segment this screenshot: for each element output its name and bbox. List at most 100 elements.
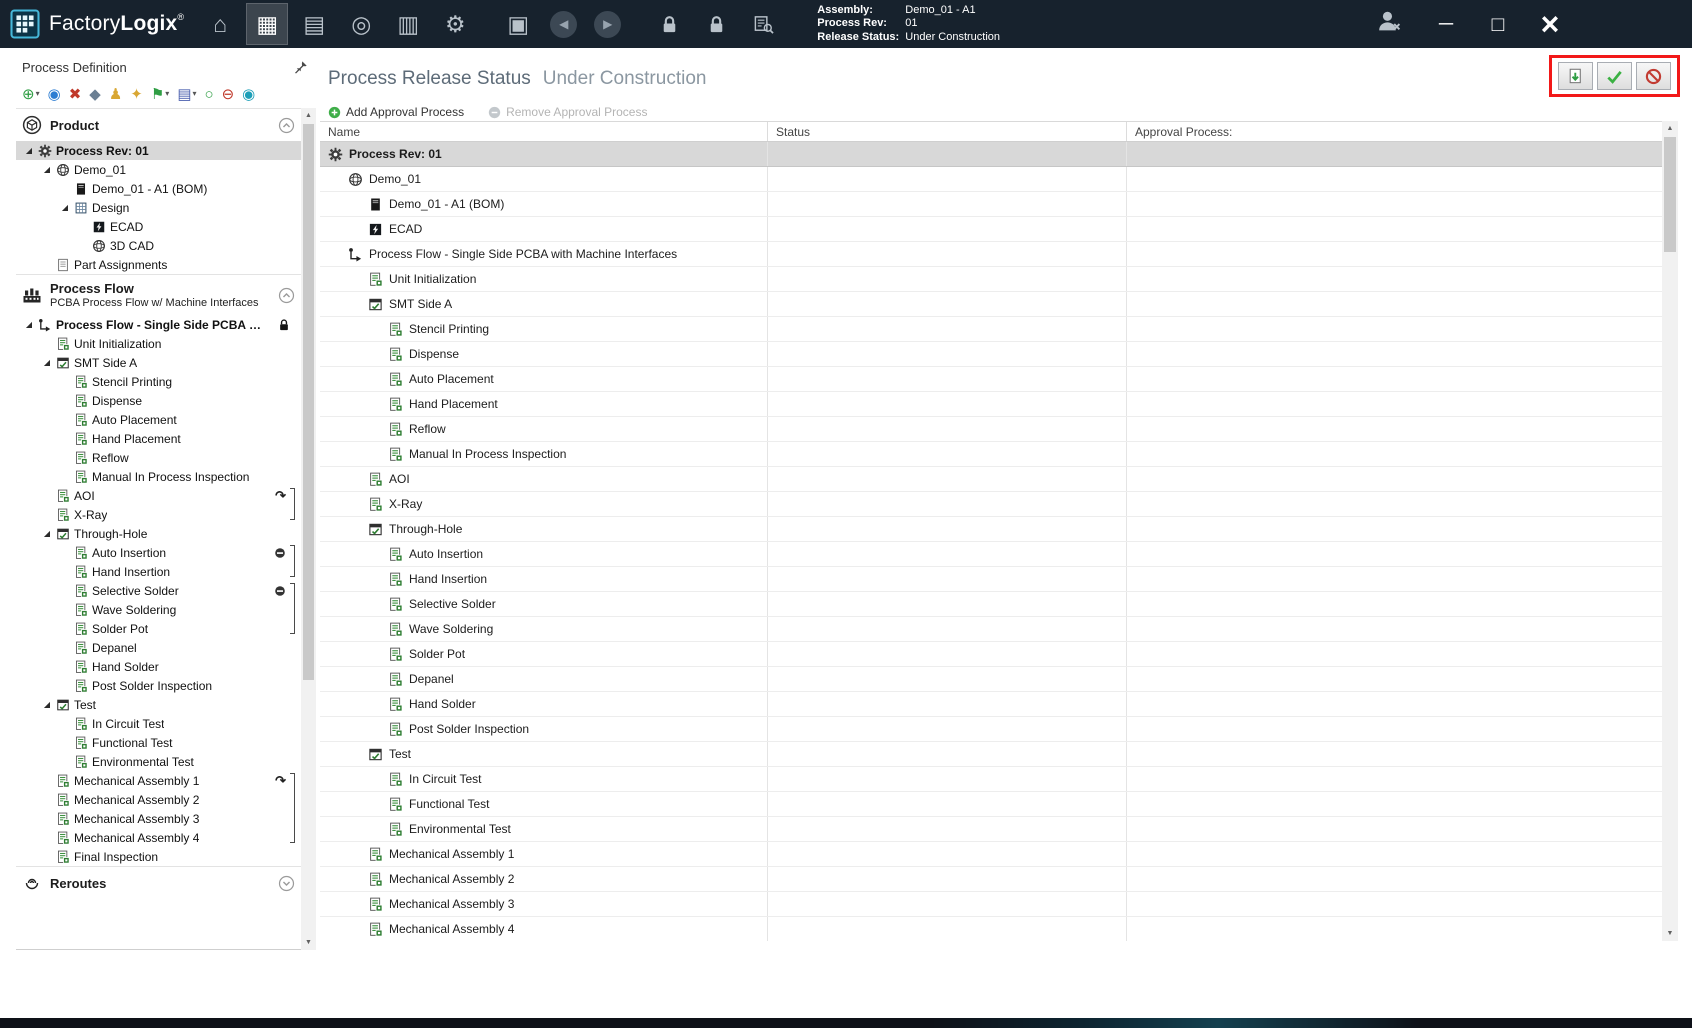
tree-item-hand-placement[interactable]: Hand Placement	[16, 429, 301, 448]
table-row-manual-in-process-inspection[interactable]: Manual In Process Inspection	[320, 442, 1662, 467]
table-row-reflow[interactable]: Reflow	[320, 417, 1662, 442]
disable-icon[interactable]: ⊖	[222, 87, 235, 102]
tree-item-auto-placement[interactable]: Auto Placement	[16, 410, 301, 429]
table-row-hand-insertion[interactable]: Hand Insertion	[320, 567, 1662, 592]
table-row-hand-placement[interactable]: Hand Placement	[320, 392, 1662, 417]
tree-item-selective-solder[interactable]: Selective Solder	[16, 581, 301, 600]
reroutes-section-header[interactable]: Reroutes	[16, 866, 301, 899]
tree-item-mechanical-assembly-3[interactable]: Mechanical Assembly 3	[16, 809, 301, 828]
minimize-button[interactable]: ─	[1432, 14, 1460, 34]
table-row-functional-test[interactable]: Functional Test	[320, 792, 1662, 817]
table-row-wave-soldering[interactable]: Wave Soldering	[320, 617, 1662, 642]
production-icon[interactable]: ▤	[294, 4, 334, 44]
pin-icon[interactable]	[294, 60, 308, 74]
approve-button[interactable]	[1597, 62, 1632, 90]
tree-item-final-inspection[interactable]: Final Inspection	[16, 847, 301, 866]
column-header-name[interactable]: Name	[320, 122, 768, 141]
tree-item-aoi[interactable]: AOI↷	[16, 486, 301, 505]
table-row-hand-solder[interactable]: Hand Solder	[320, 692, 1662, 717]
info-icon[interactable]: ◉	[242, 87, 255, 102]
key-icon[interactable]: ✦	[130, 87, 143, 102]
column-header-status[interactable]: Status	[768, 122, 1127, 141]
table-row-x-ray[interactable]: X-Ray	[320, 492, 1662, 517]
reject-button[interactable]	[1636, 62, 1671, 90]
tree-item-unit-initialization[interactable]: Unit Initialization	[16, 334, 301, 353]
tree-item-mechanical-assembly-1[interactable]: Mechanical Assembly 1↷	[16, 771, 301, 790]
column-header-approval-process[interactable]: Approval Process:	[1127, 122, 1662, 141]
tree-item-dispense[interactable]: Dispense	[16, 391, 301, 410]
tree-item-3d-cad[interactable]: 3D CAD	[16, 236, 301, 255]
expander-icon[interactable]: ◢	[42, 529, 52, 538]
table-row-demo-01[interactable]: Demo_01	[320, 167, 1662, 192]
expander-icon[interactable]: ◢	[42, 165, 52, 174]
table-row-in-circuit-test[interactable]: In Circuit Test	[320, 767, 1662, 792]
unlock-icon[interactable]	[649, 4, 689, 44]
collapse-up-icon[interactable]	[278, 117, 295, 134]
add-icon[interactable]: ⊕▾	[22, 87, 40, 102]
expander-icon[interactable]: ◢	[24, 320, 34, 329]
table-row-mechanical-assembly-2[interactable]: Mechanical Assembly 2	[320, 867, 1662, 892]
product-section-header[interactable]: Product	[16, 109, 301, 141]
table-row-mechanical-assembly-3[interactable]: Mechanical Assembly 3	[320, 892, 1662, 917]
tree-item-process-flow-single-side-pcba-with[interactable]: ◢Process Flow - Single Side PCBA with...	[16, 315, 301, 334]
maximize-button[interactable]: □	[1484, 14, 1512, 35]
enable-icon[interactable]: ○	[205, 87, 214, 102]
tree-item-hand-insertion[interactable]: Hand Insertion	[16, 562, 301, 581]
tree-item-reflow[interactable]: Reflow	[16, 448, 301, 467]
tree-item-environmental-test[interactable]: Environmental Test	[16, 752, 301, 771]
table-row-through-hole[interactable]: Through-Hole	[320, 517, 1662, 542]
close-button[interactable]: ×	[1536, 8, 1564, 40]
table-row-mechanical-assembly-1[interactable]: Mechanical Assembly 1	[320, 842, 1662, 867]
table-row-process-flow-single-side-pcba-with-machine-interfaces[interactable]: Process Flow - Single Side PCBA with Mac…	[320, 242, 1662, 267]
tree-item-in-circuit-test[interactable]: In Circuit Test	[16, 714, 301, 733]
scroll-up-arrow[interactable]: ▲	[1662, 121, 1678, 136]
tree-item-part-assignments[interactable]: Part Assignments	[16, 255, 301, 274]
lock-icon[interactable]	[696, 4, 736, 44]
expand-down-icon[interactable]	[278, 875, 295, 892]
table-row-depanel[interactable]: Depanel	[320, 667, 1662, 692]
tree-item-x-ray[interactable]: X-Ray	[16, 505, 301, 524]
add-approval-process-button[interactable]: Add Approval Process	[328, 105, 464, 119]
table-row-auto-insertion[interactable]: Auto Insertion	[320, 542, 1662, 567]
table-row-demo-01-a1-bom[interactable]: Demo_01 - A1 (BOM)	[320, 192, 1662, 217]
table-row-mechanical-assembly-4[interactable]: Mechanical Assembly 4	[320, 917, 1662, 941]
left-panel-scrollbar[interactable]: ▲ ▼	[301, 108, 316, 950]
tree-item-ecad[interactable]: ECAD	[16, 217, 301, 236]
table-row-process-rev-01[interactable]: Process Rev: 01	[320, 142, 1662, 167]
table-scrollbar[interactable]: ▲ ▼	[1662, 121, 1678, 941]
tree-item-test[interactable]: ◢Test	[16, 695, 301, 714]
layers-icon[interactable]: ▤▾	[177, 87, 196, 102]
table-row-aoi[interactable]: AOI	[320, 467, 1662, 492]
tree-item-wave-soldering[interactable]: Wave Soldering	[16, 600, 301, 619]
scroll-up-arrow[interactable]: ▲	[301, 108, 316, 123]
tree-item-mechanical-assembly-4[interactable]: Mechanical Assembly 4	[16, 828, 301, 847]
remove-approval-process-button[interactable]: Remove Approval Process	[488, 105, 647, 119]
scroll-down-arrow[interactable]: ▼	[1662, 926, 1678, 941]
release-document-button[interactable]	[1558, 62, 1593, 90]
tree-item-functional-test[interactable]: Functional Test	[16, 733, 301, 752]
table-row-dispense[interactable]: Dispense	[320, 342, 1662, 367]
save-icon[interactable]: ▣	[498, 4, 538, 44]
tree-item-post-solder-inspection[interactable]: Post Solder Inspection	[16, 676, 301, 695]
dispatch-icon[interactable]: ◎	[341, 4, 381, 44]
table-row-auto-placement[interactable]: Auto Placement	[320, 367, 1662, 392]
tree-item-auto-insertion[interactable]: Auto Insertion	[16, 543, 301, 562]
settings-icon[interactable]: ⚙	[435, 4, 475, 44]
tree-item-design[interactable]: ◢Design	[16, 198, 301, 217]
tree-item-solder-pot[interactable]: Solder Pot	[16, 619, 301, 638]
table-row-environmental-test[interactable]: Environmental Test	[320, 817, 1662, 842]
table-row-stencil-printing[interactable]: Stencil Printing	[320, 317, 1662, 342]
expander-icon[interactable]: ◢	[24, 146, 34, 155]
home-icon[interactable]: ⌂	[200, 4, 240, 44]
tree-item-demo-01[interactable]: ◢Demo_01	[16, 160, 301, 179]
table-row-ecad[interactable]: ECAD	[320, 217, 1662, 242]
table-row-selective-solder[interactable]: Selective Solder	[320, 592, 1662, 617]
flag-icon[interactable]: ⚑▾	[151, 87, 169, 102]
scroll-down-arrow[interactable]: ▼	[301, 935, 316, 950]
table-row-test[interactable]: Test	[320, 742, 1662, 767]
process-flow-section-header[interactable]: Process Flow PCBA Process Flow w/ Machin…	[16, 274, 301, 315]
scroll-thumb[interactable]	[1664, 137, 1676, 252]
delete-icon[interactable]: ✖	[69, 87, 82, 102]
documents-icon[interactable]: ▥	[388, 4, 428, 44]
tree-item-process-rev-01[interactable]: ◢Process Rev: 01	[16, 141, 301, 160]
